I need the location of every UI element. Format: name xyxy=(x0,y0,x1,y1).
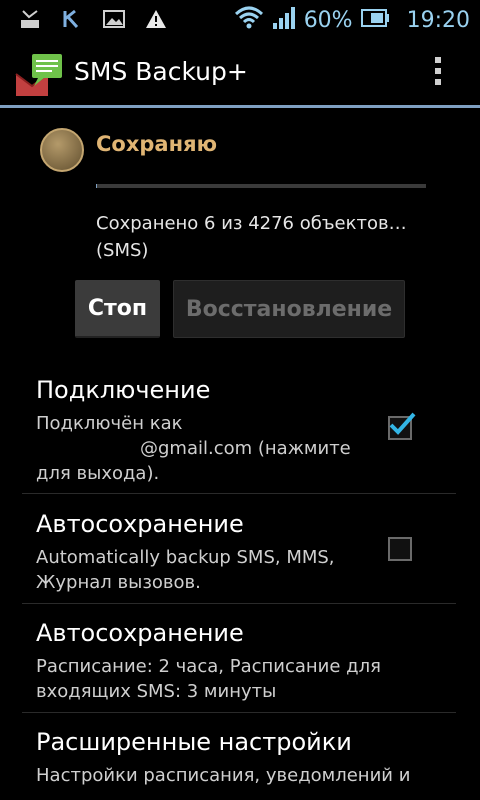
status-indicator-icon xyxy=(40,128,84,172)
missed-call-icon xyxy=(18,8,42,30)
image-icon xyxy=(102,8,126,30)
overflow-menu-icon[interactable] xyxy=(424,52,452,94)
vk-icon xyxy=(60,8,84,30)
divider xyxy=(22,712,456,713)
restore-button[interactable]: Восстановление xyxy=(173,280,405,338)
battery-percent: 60% xyxy=(303,7,353,33)
pref-advanced-summary: Настройки расписания, уведомлений и xyxy=(36,765,411,786)
pref-schedule-title: Автосохранение xyxy=(36,619,244,647)
pref-connection-title: Подключение xyxy=(36,376,211,404)
app-title: SMS Backup+ xyxy=(74,57,248,86)
status-title: Сохраняю xyxy=(96,132,217,156)
wifi-icon xyxy=(234,6,264,34)
pref-auto-backup-title: Автосохранение xyxy=(36,510,244,538)
progress-bar xyxy=(96,184,426,188)
pref-auto-backup-summary: Automatically backup SMS, MMS, Журнал вы… xyxy=(36,547,335,593)
status-bar: 60% 19:20 xyxy=(0,0,480,38)
status-detail-line1: Сохранено 6 из 4276 объектов… xyxy=(96,213,407,234)
pref-connection-summary: Подключён как @gmail.com (нажмите для вы… xyxy=(36,413,351,484)
stop-button[interactable]: Стоп xyxy=(75,280,160,338)
status-detail-line2: (SMS) xyxy=(96,240,149,261)
action-bar-divider xyxy=(0,105,480,108)
signal-icon xyxy=(272,6,296,34)
clock: 19:20 xyxy=(406,7,470,33)
pref-auto-backup-checkbox[interactable] xyxy=(388,537,412,561)
divider xyxy=(22,603,456,604)
pref-advanced-title: Расширенные настройки xyxy=(36,728,352,756)
divider xyxy=(22,493,456,494)
battery-icon xyxy=(360,9,389,31)
app-icon[interactable] xyxy=(14,52,66,98)
status-detail: Сохранено 6 из 4276 объектов… (SMS) xyxy=(96,210,456,264)
warning-icon xyxy=(144,8,168,30)
checkmark-icon xyxy=(389,412,416,435)
pref-schedule-summary: Расписание: 2 часа, Расписание для входя… xyxy=(36,656,381,702)
